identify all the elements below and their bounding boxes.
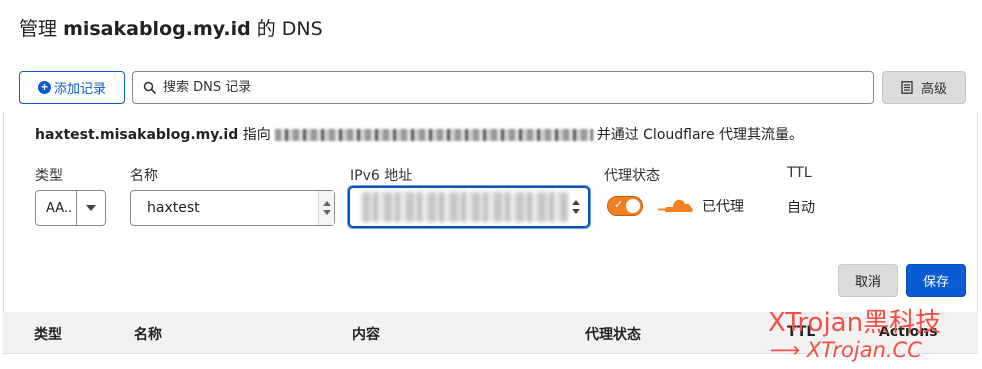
cloud-icon [658, 199, 693, 212]
proxy-status-label: 代理状态 [604, 168, 660, 184]
title-suffix: 的 DNS [256, 18, 323, 40]
search-icon [143, 81, 157, 94]
advanced-button[interactable]: 高级 [882, 71, 966, 104]
summary-suffix: 并通过 Cloudflare 代理其流量。 [596, 127, 804, 143]
ttl-value: 自动 [787, 200, 815, 216]
stepper-down-icon[interactable] [572, 209, 580, 214]
document-icon [901, 81, 913, 94]
name-stepper[interactable] [318, 191, 334, 225]
check-icon: ✓ [614, 198, 624, 211]
arrow-right-icon: ⟶ [770, 338, 801, 362]
ipv6-label: IPv6 地址 [350, 168, 413, 184]
type-select-value: AA.. [46, 200, 73, 216]
watermark-url: ⟶ XTrojan.CC [770, 338, 922, 362]
plus-circle-icon: + [37, 81, 51, 94]
stepper-down-icon[interactable] [322, 210, 331, 215]
cancel-button[interactable]: 取消 [838, 264, 898, 297]
redacted-ipv6-value [362, 192, 568, 222]
watermark-title: XTrojan黑科技 [768, 308, 942, 338]
name-field-value: haxtest [147, 200, 200, 216]
proxy-status-value: 已代理 [702, 199, 744, 215]
proxy-toggle[interactable]: ✓ [607, 196, 643, 216]
search-input[interactable] [163, 80, 843, 95]
ttl-label: TTL [787, 165, 812, 181]
advanced-label: 高级 [920, 81, 947, 96]
summary-points-to: 指向 [242, 127, 271, 143]
summary-host: haxtest.misakablog.my.id [35, 127, 239, 143]
redacted-address [274, 129, 593, 141]
search-box[interactable] [132, 71, 874, 104]
chevron-down-icon[interactable] [76, 191, 105, 225]
column-header-type[interactable]: 类型 [34, 324, 62, 344]
record-summary: haxtest.misakablog.my.id 指向 并通过 Cloudflar… [35, 124, 803, 144]
add-record-button[interactable]: + 添加记录 [19, 71, 125, 104]
ipv6-address-field[interactable] [348, 186, 590, 228]
stepper-up-icon[interactable] [322, 201, 331, 206]
stepper-up-icon[interactable] [572, 200, 580, 205]
column-header-content[interactable]: 内容 [352, 324, 380, 344]
title-prefix: 管理 [19, 18, 58, 40]
type-label: 类型 [35, 168, 63, 184]
column-header-proxy-status[interactable]: 代理状态 [585, 324, 641, 344]
name-label: 名称 [130, 168, 158, 184]
title-domain: misakablog.my.id [63, 18, 251, 40]
add-record-label: 添加记录 [53, 81, 106, 96]
name-field[interactable]: haxtest [130, 190, 335, 226]
watermark-url-text: XTrojan.CC [806, 338, 922, 362]
ipv6-stepper[interactable] [568, 188, 584, 226]
page-title: 管理 misakablog.my.id 的 DNS [19, 14, 323, 41]
column-header-name[interactable]: 名称 [134, 324, 162, 344]
save-button[interactable]: 保存 [906, 264, 966, 297]
type-select[interactable]: AA.. [35, 190, 106, 226]
